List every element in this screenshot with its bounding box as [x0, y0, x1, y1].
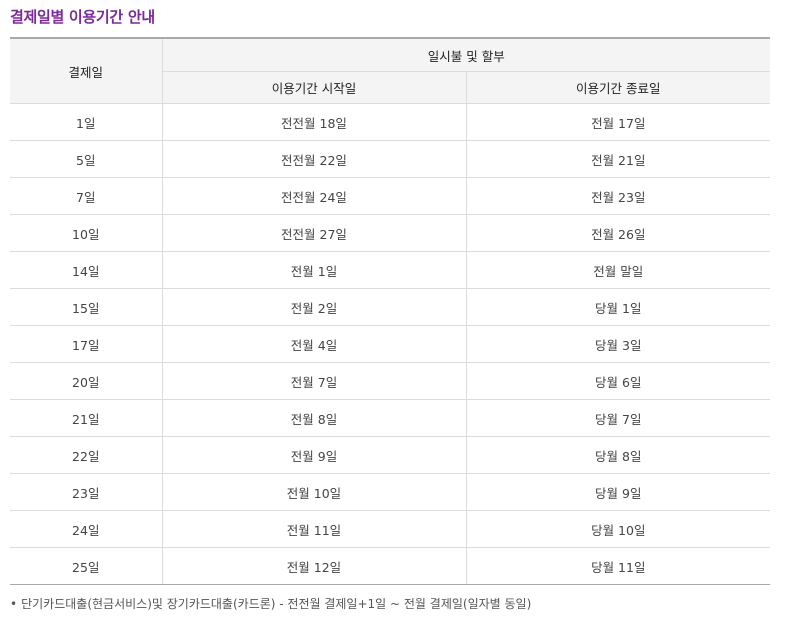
table-row: 20일 전월 7일 당월 6일 [10, 362, 771, 400]
payment-day-cell: 24일 [10, 510, 163, 548]
table-row: 25일 전월 12일 당월 11일 [10, 547, 771, 585]
end-date-cell: 당월 6일 [465, 362, 771, 400]
header-start-date: 이용기간 시작일 [162, 71, 467, 104]
table-row: 24일 전월 11일 당월 10일 [10, 510, 771, 548]
start-date-cell: 전월 8일 [161, 399, 467, 437]
table-row: 1일 전전월 18일 전월 17일 [10, 103, 771, 141]
start-date-cell: 전월 1일 [161, 251, 467, 289]
table-body: 1일 전전월 18일 전월 17일 5일 전전월 22일 전월 21일 7일 전전월 24일 전… [10, 103, 771, 585]
payment-day-cell: 22일 [10, 436, 163, 474]
end-date-cell: 전월 26일 [465, 214, 771, 252]
end-date-cell: 전월 23일 [465, 177, 771, 215]
header-group: 일시불 및 할부 [161, 37, 771, 72]
table-row: 14일 전월 1일 전월 말일 [10, 251, 771, 289]
header-payment-day: 결제일 [10, 37, 163, 104]
start-date-cell: 전월 11일 [161, 510, 467, 548]
table-row: 5일 전전월 22일 전월 21일 [10, 140, 771, 178]
start-date-cell: 전월 10일 [161, 473, 467, 511]
start-date-cell: 전전월 24일 [161, 177, 467, 215]
payment-day-cell: 7일 [10, 177, 163, 215]
end-date-cell: 당월 10일 [465, 510, 771, 548]
table-row: 22일 전월 9일 당월 8일 [10, 436, 771, 474]
start-date-cell: 전전월 22일 [161, 140, 467, 178]
table-row: 21일 전월 8일 당월 7일 [10, 399, 771, 437]
end-date-cell: 당월 9일 [465, 473, 771, 511]
table-row: 10일 전전월 27일 전월 26일 [10, 214, 771, 252]
payment-day-cell: 20일 [10, 362, 163, 400]
payment-day-cell: 21일 [10, 399, 163, 437]
start-date-cell: 전월 2일 [161, 288, 467, 326]
end-date-cell: 전월 17일 [465, 103, 771, 141]
start-date-cell: 전전월 27일 [161, 214, 467, 252]
bullet-icon: • [10, 597, 18, 611]
payment-day-cell: 17일 [10, 325, 163, 363]
end-date-cell: 당월 7일 [465, 399, 771, 437]
start-date-cell: 전월 7일 [161, 362, 467, 400]
table-row: 17일 전월 4일 당월 3일 [10, 325, 771, 363]
start-date-cell: 전월 9일 [161, 436, 467, 474]
table-row: 23일 전월 10일 당월 9일 [10, 473, 771, 511]
end-date-cell: 당월 3일 [465, 325, 771, 363]
end-date-cell: 당월 1일 [465, 288, 771, 326]
table-header: 결제일 일시불 및 할부 이용기간 시작일 이용기간 종료일 [10, 37, 771, 104]
page: 결제일별 이용기간 안내 결제일 일시불 및 할부 이용기간 시작일 이용기간 … [0, 0, 785, 627]
end-date-cell: 당월 8일 [465, 436, 771, 474]
footnote-text: 단기카드대출(현금서비스)및 장기카드대출(카드론) - 전전월 결제일+1일 … [21, 597, 532, 611]
payment-day-cell: 5일 [10, 140, 163, 178]
end-date-cell: 당월 11일 [465, 547, 771, 585]
payment-day-cell: 14일 [10, 251, 163, 289]
payment-day-cell: 23일 [10, 473, 163, 511]
start-date-cell: 전전월 18일 [161, 103, 467, 141]
payment-day-cell: 25일 [10, 547, 163, 585]
start-date-cell: 전월 4일 [161, 325, 467, 363]
payment-day-cell: 1일 [10, 103, 163, 141]
header-end-date: 이용기간 종료일 [465, 71, 771, 104]
billing-period-table: 결제일 일시불 및 할부 이용기간 시작일 이용기간 종료일 1일 전전월 18일… [10, 37, 771, 585]
end-date-cell: 전월 21일 [465, 140, 771, 178]
start-date-cell: 전월 12일 [161, 547, 467, 585]
payment-day-cell: 10일 [10, 214, 163, 252]
end-date-cell: 전월 말일 [465, 251, 771, 289]
table-row: 7일 전전월 24일 전월 23일 [10, 177, 771, 215]
footnote: • 단기카드대출(현금서비스)및 장기카드대출(카드론) - 전전월 결제일+1일… [10, 595, 531, 612]
page-title: 결제일별 이용기간 안내 [10, 8, 155, 26]
payment-day-cell: 15일 [10, 288, 163, 326]
table-row: 15일 전월 2일 당월 1일 [10, 288, 771, 326]
